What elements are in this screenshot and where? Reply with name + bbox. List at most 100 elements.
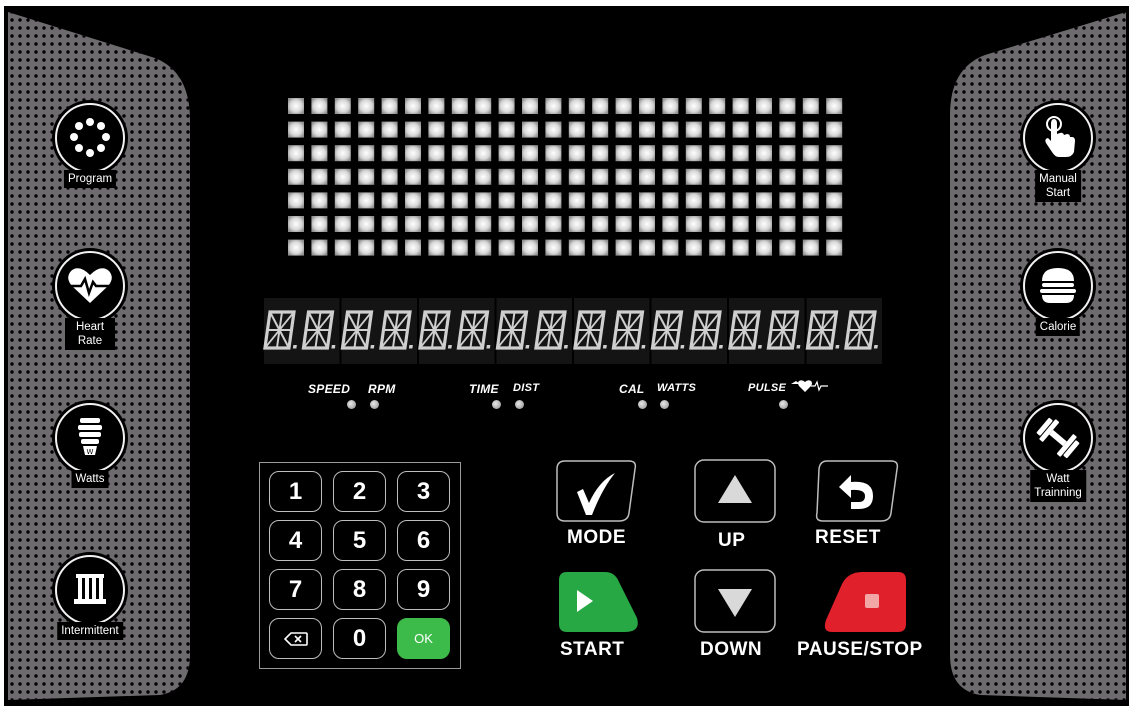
matrix-led — [685, 239, 702, 256]
matrix-led — [802, 168, 819, 185]
matrix-led — [428, 168, 445, 185]
watts-led — [660, 400, 669, 409]
heart-rate-label: Heart Rate — [65, 318, 115, 350]
cal-indicator-label: CAL — [619, 382, 645, 396]
matrix-led — [545, 239, 562, 256]
matrix-led — [592, 145, 609, 162]
matrix-led — [592, 121, 609, 138]
key-4[interactable]: 4 — [269, 520, 322, 561]
key-8[interactable]: 8 — [333, 569, 386, 610]
matrix-led — [615, 192, 632, 209]
matrix-led — [709, 168, 726, 185]
calorie-button[interactable]: Calorie — [1008, 248, 1108, 358]
matrix-led — [405, 239, 421, 256]
matrix-led — [756, 192, 772, 209]
matrix-led — [756, 216, 772, 232]
matrix-led — [288, 145, 304, 162]
key-backspace[interactable] — [269, 618, 322, 659]
matrix-led — [334, 145, 351, 162]
down-label: DOWN — [700, 639, 763, 660]
start-button[interactable] — [557, 570, 639, 634]
key-9[interactable]: 9 — [397, 569, 450, 610]
key-5[interactable]: 5 — [333, 520, 386, 561]
matrix-led — [358, 145, 375, 162]
pulse-indicator-label: PULSE — [748, 382, 787, 394]
down-button[interactable] — [694, 569, 776, 633]
watts-button[interactable]: W Watts — [40, 400, 140, 510]
key-7[interactable]: 7 — [269, 569, 322, 610]
rpm-indicator-label: RPM — [368, 382, 396, 396]
matrix-led — [522, 168, 538, 185]
matrix-led — [498, 145, 515, 162]
pause-stop-button[interactable] — [822, 570, 908, 634]
reset-button[interactable] — [813, 459, 899, 523]
matrix-led — [428, 121, 445, 138]
key-3[interactable]: 3 — [397, 471, 450, 512]
matrix-led — [428, 192, 445, 209]
dist-indicator-label: DIST — [513, 382, 540, 394]
matrix-led — [732, 192, 749, 209]
calorie-label: Calorie — [1035, 318, 1081, 336]
matrix-led — [732, 216, 749, 232]
matrix-led — [545, 145, 562, 162]
matrix-led — [381, 98, 398, 114]
matrix-led — [639, 168, 655, 185]
manual-start-button[interactable]: Manual Start — [1008, 100, 1108, 210]
pulse-led — [779, 400, 788, 409]
key-2[interactable]: 2 — [333, 471, 386, 512]
matrix-led — [381, 216, 398, 232]
matrix-led — [522, 145, 538, 162]
matrix-led — [358, 216, 375, 232]
matrix-led — [662, 121, 679, 138]
matrix-led — [639, 192, 655, 209]
burger-icon — [1040, 268, 1076, 303]
heart-rate-button[interactable]: Heart Rate — [40, 248, 140, 358]
up-label: UP — [718, 530, 746, 551]
up-button[interactable] — [694, 459, 776, 523]
matrix-led — [639, 98, 655, 114]
matrix-led — [381, 168, 398, 185]
key-6[interactable]: 6 — [397, 520, 450, 561]
matrix-led — [358, 98, 375, 114]
matrix-led — [662, 168, 679, 185]
program-label: Program — [63, 170, 117, 188]
matrix-led — [639, 216, 655, 232]
program-dots-icon — [70, 118, 110, 157]
matrix-led — [451, 98, 468, 114]
matrix-led — [545, 121, 562, 138]
matrix-led — [826, 98, 843, 114]
matrix-led — [522, 216, 538, 232]
matrix-led — [615, 239, 632, 256]
matrix-led — [756, 98, 772, 114]
matrix-led — [826, 192, 843, 209]
matrix-led — [568, 239, 585, 256]
program-button[interactable]: Program — [40, 100, 140, 210]
matrix-led — [451, 239, 468, 256]
matrix-led — [732, 98, 749, 114]
matrix-led — [568, 168, 585, 185]
key-ok[interactable]: OK — [397, 618, 450, 659]
matrix-led — [709, 239, 726, 256]
matrix-led — [685, 192, 702, 209]
matrix-led — [756, 168, 772, 185]
manual-start-label: Manual Start — [1035, 170, 1081, 202]
matrix-led — [311, 216, 328, 232]
matrix-led — [405, 145, 421, 162]
matrix-led — [592, 98, 609, 114]
rpm-led — [370, 400, 379, 409]
key-1[interactable]: 1 — [269, 471, 322, 512]
matrix-led — [358, 168, 375, 185]
matrix-led — [475, 145, 492, 162]
key-0[interactable]: 0 — [333, 618, 386, 659]
matrix-led — [709, 216, 726, 232]
watt-training-button[interactable]: Watt Trainning — [1008, 400, 1108, 510]
mode-label: MODE — [567, 527, 626, 548]
matrix-led — [288, 192, 304, 209]
matrix-led — [475, 192, 492, 209]
matrix-led — [709, 192, 726, 209]
matrix-led — [334, 168, 351, 185]
matrix-led — [662, 216, 679, 232]
matrix-led — [568, 121, 585, 138]
mode-button[interactable] — [555, 459, 639, 523]
intermittent-button[interactable]: Intermittent — [40, 552, 140, 662]
